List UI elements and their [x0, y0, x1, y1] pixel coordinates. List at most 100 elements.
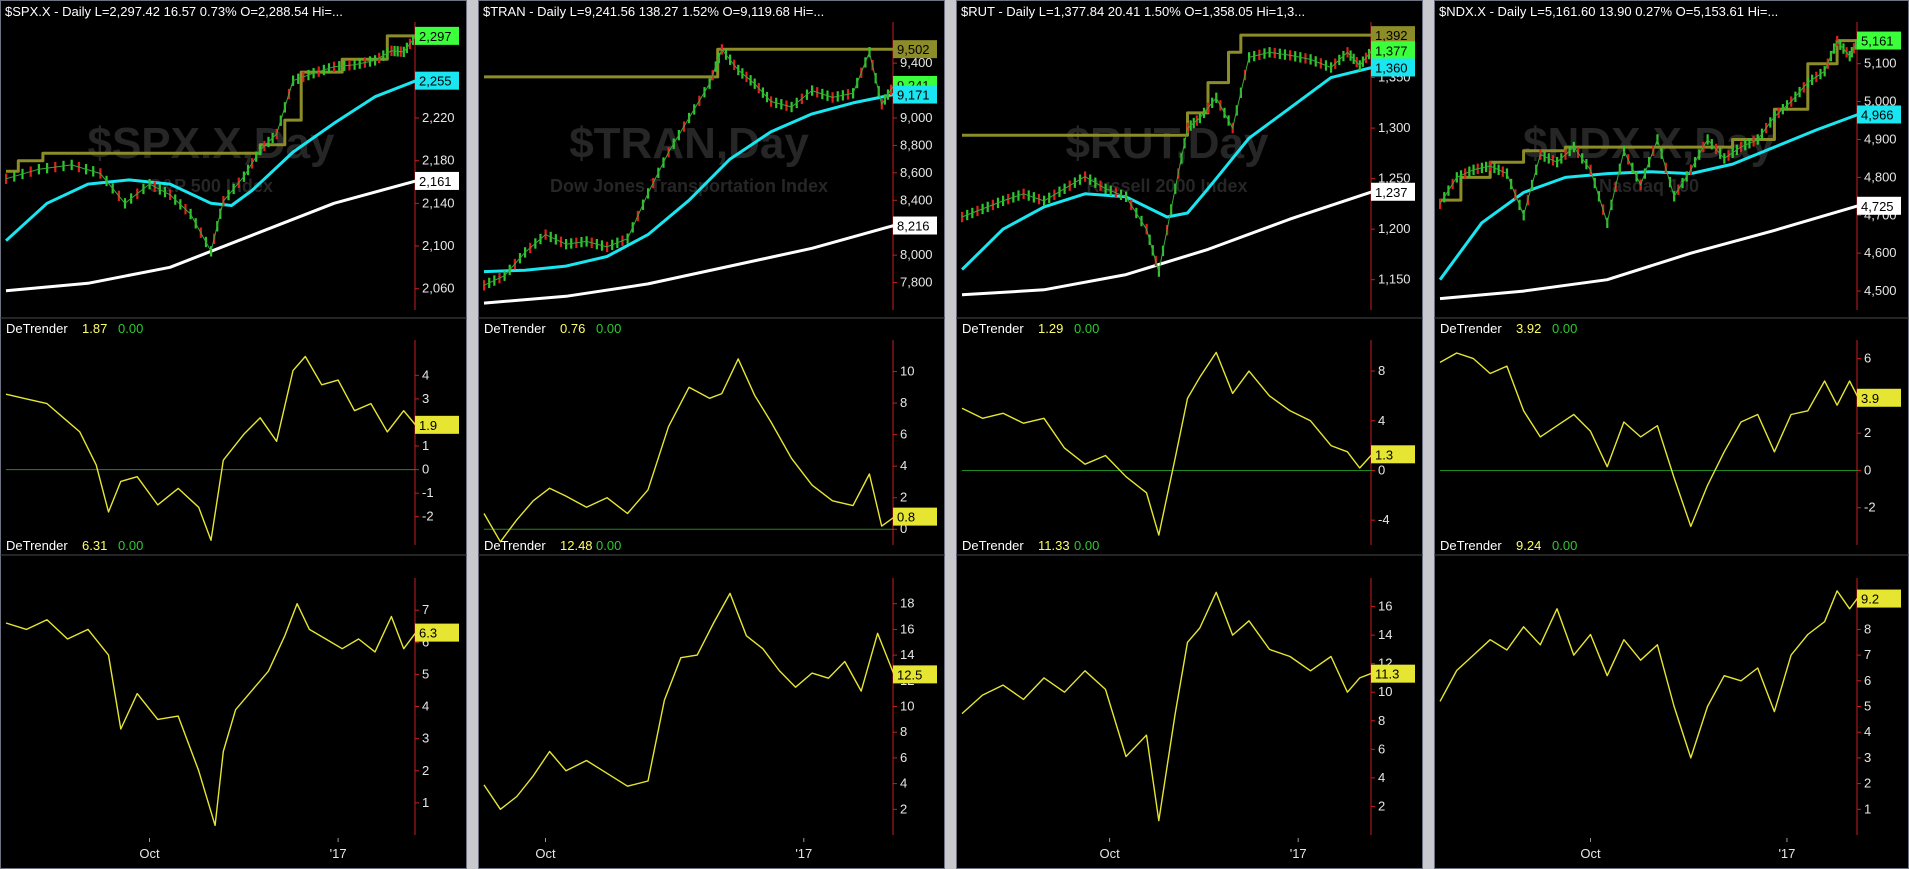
x-tick-label: '17: [1290, 846, 1307, 861]
detrender2-tick-label: 8: [1378, 713, 1385, 728]
price-tick-label: 8,800: [900, 137, 933, 152]
detrender2-label-flag-text: 11.3: [1375, 667, 1399, 682]
chart-header: $RUT - Daily L=1,377.84 20.41 1.50% O=1,…: [961, 4, 1305, 19]
chart-svg: $NDX.X - Daily L=5,161.60 13.90 0.27% O=…: [1434, 4, 1909, 861]
price-tick-label: 1,200: [1378, 221, 1411, 236]
detrender2-tick-label: 10: [1378, 684, 1392, 699]
chart-panel-rut: $RUT - Daily L=1,377.84 20.41 1.50% O=1,…: [956, 0, 1423, 869]
detrender2-line: [961, 591, 1373, 822]
detrender1-zero-value: 0.00: [1074, 321, 1099, 336]
detrender2-tick-label: 6: [900, 750, 907, 765]
price-label-flag-text: 1,377: [1375, 43, 1408, 58]
chart-header: $TRAN - Daily L=9,241.56 138.27 1.52% O=…: [483, 4, 824, 19]
detrender1-tick-label: 10: [900, 364, 914, 379]
price-label-flag-text: 9,502: [897, 42, 930, 57]
detrender1-tick-label: 4: [900, 458, 907, 473]
ma200-line: [1439, 204, 1859, 301]
detrender1-tick-label: 6: [900, 427, 907, 442]
price-tick-label: 2,100: [422, 238, 455, 253]
price-tick-label: 9,000: [900, 110, 933, 125]
detrender2-tick-label: 7: [1864, 647, 1871, 662]
detrender2-tick-label: 14: [1378, 627, 1392, 642]
detrender2-tick-label: 5: [1864, 699, 1871, 714]
detrender2-tick-label: 2: [1378, 798, 1385, 813]
price-tick-label: 7,800: [900, 275, 933, 290]
ma200-line: [5, 179, 417, 293]
detrender2-tick-label: 4: [422, 699, 429, 714]
price-tick-label: 1,300: [1378, 120, 1411, 135]
price-tick-label: 2,140: [422, 195, 455, 210]
x-tick-label: Oct: [1580, 846, 1601, 861]
detrender2-tick-label: 4: [1864, 724, 1871, 739]
detrender2-line: [5, 603, 417, 827]
detrender2-zero-value: 0.00: [596, 538, 621, 553]
detrender2-tick-label: 16: [900, 621, 914, 636]
chart-header: $NDX.X - Daily L=5,161.60 13.90 0.27% O=…: [1439, 4, 1778, 19]
x-tick-label: Oct: [1099, 846, 1120, 861]
detrender1-line: [1439, 352, 1859, 528]
price-tick-label: 2,180: [422, 153, 455, 168]
detrender1-tick-label: 3: [422, 391, 429, 406]
detrender1-tick-label: 0: [1378, 462, 1385, 477]
watermark-subtitle: Dow Jones Transportation Index: [550, 176, 828, 196]
detrender1-label-flag-text: 3.9: [1861, 391, 1879, 406]
detrender1-label-flag-text: 0.8: [897, 510, 915, 525]
detrender1-tick-label: 8: [1378, 363, 1385, 378]
x-tick-label: '17: [1778, 846, 1795, 861]
detrender2-value: 6.31: [82, 538, 107, 553]
detrender2-title: DeTrender: [1440, 538, 1502, 553]
detrender1-line: [961, 351, 1373, 536]
detrender2-value: 12.48: [560, 538, 593, 553]
price-label-flag-text: 9,171: [897, 88, 930, 103]
price-label-flag-text: 1,392: [1375, 28, 1408, 43]
chart-svg: $TRAN - Daily L=9,241.56 138.27 1.52% O=…: [478, 4, 945, 861]
detrender2-tick-label: 10: [900, 699, 914, 714]
detrender1-tick-label: 4: [422, 367, 429, 382]
detrender1-tick-label: -2: [1864, 500, 1876, 515]
detrender2-tick-label: 2: [422, 763, 429, 778]
detrender1-label-flag-text: 1.3: [1375, 447, 1393, 462]
detrender1-value: 0.76: [560, 321, 585, 336]
detrender1-tick-label: 1: [422, 438, 429, 453]
chart-header: $SPX.X - Daily L=2,297.42 16.57 0.73% O=…: [5, 4, 343, 19]
detrender2-label-flag-text: 12.5: [897, 667, 922, 682]
watermark-symbol: $TRAN,Day: [569, 119, 809, 168]
price-tick-label: 5,100: [1864, 56, 1897, 71]
detrender2-tick-label: 8: [900, 724, 907, 739]
detrender2-tick-label: 6: [1378, 741, 1385, 756]
price-tick-label: 4,500: [1864, 283, 1897, 298]
watermark-symbol: $SPX.X,Day: [87, 119, 335, 168]
x-tick-label: Oct: [535, 846, 556, 861]
detrender2-title: DeTrender: [484, 538, 546, 553]
detrender2-tick-label: 14: [900, 647, 914, 662]
upper-band-line: [484, 47, 894, 79]
detrender2-tick-label: 3: [1864, 750, 1871, 765]
detrender2-value: 11.33: [1038, 538, 1070, 553]
chart-panel-ndx: $NDX.X - Daily L=5,161.60 13.90 0.27% O=…: [1434, 0, 1909, 869]
detrender2-title: DeTrender: [962, 538, 1024, 553]
price-tick-label: 8,000: [900, 247, 933, 262]
detrender1-zero-value: 0.00: [596, 321, 621, 336]
x-tick-label: Oct: [139, 846, 160, 861]
detrender1-tick-label: -4: [1378, 512, 1390, 527]
price-label-flag-text: 1,360: [1375, 60, 1408, 75]
price-tick-label: 2,220: [422, 110, 455, 125]
price-label-flag-text: 2,255: [419, 74, 452, 89]
detrender1-zero-value: 0.00: [118, 321, 143, 336]
detrender1-tick-label: 6: [1864, 351, 1871, 366]
detrender2-zero-value: 0.00: [1074, 538, 1099, 553]
detrender2-tick-label: 6: [1864, 673, 1871, 688]
detrender1-tick-label: -1: [422, 485, 434, 500]
chart-svg: $RUT - Daily L=1,377.84 20.41 1.50% O=1,…: [956, 4, 1423, 861]
detrender2-label-flag-text: 6.3: [419, 626, 437, 641]
detrender2-line: [483, 592, 895, 810]
price-tick-label: 1,150: [1378, 272, 1411, 287]
detrender1-title: DeTrender: [962, 321, 1024, 336]
detrender1-zero-value: 0.00: [1552, 321, 1577, 336]
price-tick-label: 8,600: [900, 165, 933, 180]
detrender1-value: 3.92: [1516, 321, 1541, 336]
watermark-symbol: $RUT,Day: [1066, 119, 1269, 168]
detrender2-tick-label: 4: [900, 776, 907, 791]
detrender2-tick-label: 4: [1378, 770, 1385, 785]
x-tick-label: '17: [330, 846, 347, 861]
